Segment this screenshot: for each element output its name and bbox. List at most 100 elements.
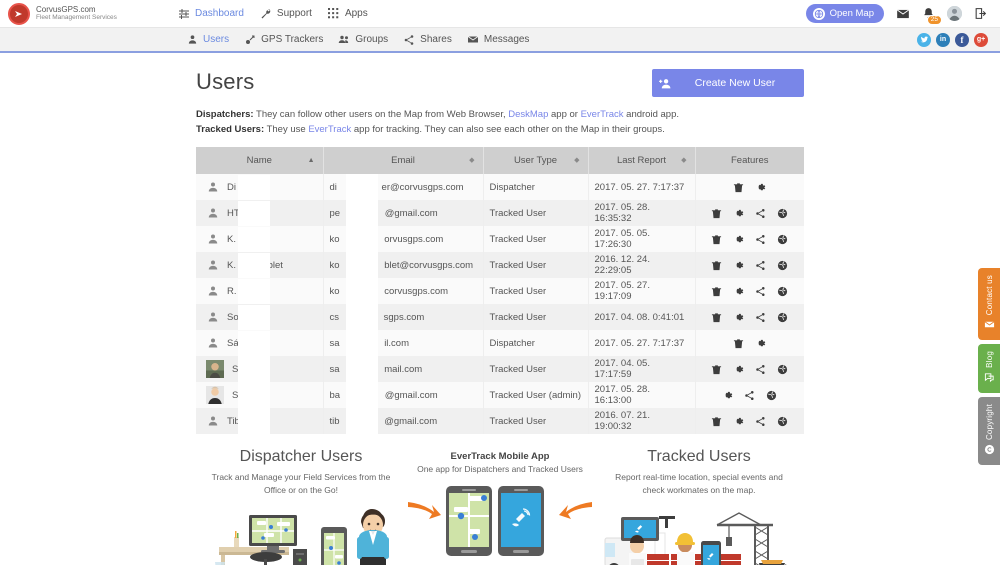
nav-item-dashboard[interactable]: Dashboard <box>178 8 244 20</box>
share-icon[interactable] <box>755 234 766 245</box>
cell-name: Sá <box>196 330 324 356</box>
globe-icon[interactable] <box>777 286 788 297</box>
trash-icon[interactable] <box>733 338 744 349</box>
corvus-bird-icon <box>8 2 30 25</box>
brand-tagline: Fleet Management Services <box>36 14 117 22</box>
share-icon[interactable] <box>755 260 766 271</box>
sidebar-item-users[interactable]: Users <box>186 34 229 46</box>
trash-icon[interactable] <box>711 234 722 245</box>
column-header-last-report[interactable]: Last Report ◆ <box>588 147 696 174</box>
table-row[interactable]: K. n - Tablet ko blet@corvusgps.com Trac… <box>196 252 804 278</box>
share-icon[interactable] <box>755 416 766 427</box>
table-row[interactable]: R. ko corvusgps.com Tracked User 2017. 0… <box>196 278 804 304</box>
cell-user-type: Tracked User <box>483 278 589 304</box>
table-row[interactable]: HT e pe @gmail.com Tracked User 2017. 05… <box>196 200 804 226</box>
table-row[interactable]: Sá sa il.com Dispatcher 2017. 05. 27. 7:… <box>196 330 804 356</box>
table-row[interactable]: Di di er@corvusgps.com Dispatcher 2017. … <box>196 174 804 200</box>
share-icon[interactable] <box>755 312 766 323</box>
deskmap-link[interactable]: DeskMap <box>508 109 548 120</box>
avatar[interactable] <box>947 6 962 21</box>
gear-icon[interactable] <box>722 390 733 401</box>
globe-icon[interactable] <box>777 234 788 245</box>
globe-icon[interactable] <box>777 260 788 271</box>
cell-user-type: Tracked User <box>483 304 589 330</box>
gear-icon[interactable] <box>733 416 744 427</box>
sidebar-item-gps-trackers[interactable]: GPS Trackers <box>244 34 323 46</box>
trash-icon[interactable] <box>733 182 744 193</box>
cell-email: pe @gmail.com <box>323 200 484 226</box>
sidebar-item-groups[interactable]: Groups <box>338 34 388 46</box>
mail-icon[interactable] <box>895 6 910 21</box>
evertrack-link-2[interactable]: EverTrack <box>308 124 351 135</box>
redaction-overlay <box>345 278 378 304</box>
redaction-overlay <box>238 304 270 330</box>
linkedin-icon[interactable]: in <box>936 32 950 47</box>
column-header-email[interactable]: Email ◆ <box>323 147 484 174</box>
share-icon[interactable] <box>755 208 766 219</box>
sort-arrow-last-report-icon: ◆ <box>681 157 687 164</box>
table-row[interactable]: Sá n ba @gmail.com Tracked User (admin) … <box>196 380 804 410</box>
nav-label-support: Support <box>276 8 312 19</box>
gear-icon[interactable] <box>755 338 766 349</box>
twitter-icon[interactable] <box>917 32 931 47</box>
promo-dispatcher-users: Dispatcher Users Track and Manage your F… <box>196 448 406 565</box>
gear-icon[interactable] <box>733 286 744 297</box>
nav-item-apps[interactable]: Apps <box>328 8 368 20</box>
gear-icon[interactable] <box>733 312 744 323</box>
gear-icon[interactable] <box>755 182 766 193</box>
redaction-overlay <box>345 330 378 356</box>
sliders-icon <box>178 8 190 20</box>
globe-icon[interactable] <box>777 312 788 323</box>
sidebar-item-messages[interactable]: Messages <box>467 34 529 46</box>
table-row[interactable]: K. n ko orvusgps.com Tracked User 2017. … <box>196 226 804 252</box>
globe-icon[interactable] <box>777 208 788 219</box>
bell-icon[interactable]: 25 <box>921 6 942 25</box>
trash-icon[interactable] <box>711 312 722 323</box>
trash-icon[interactable] <box>711 260 722 271</box>
table-row[interactable]: So a cs sgps.com Tracked User 2017. 04. … <box>196 304 804 330</box>
facebook-glyph: f <box>960 34 964 45</box>
nav-item-support[interactable]: Support <box>260 8 312 20</box>
share-icon[interactable] <box>755 364 766 375</box>
trash-icon[interactable] <box>711 286 722 297</box>
open-map-button[interactable]: Open Map <box>805 4 884 23</box>
facebook-icon[interactable]: f <box>955 32 969 47</box>
person-icon <box>186 34 198 46</box>
cell-features <box>695 252 804 278</box>
table-row[interactable]: Tib lia tib @gmail.com Tracked User 2016… <box>196 408 804 434</box>
gear-icon[interactable] <box>733 364 744 375</box>
trash-icon[interactable] <box>711 208 722 219</box>
gear-icon[interactable] <box>733 260 744 271</box>
column-header-name[interactable]: Name ▲ <box>196 147 324 174</box>
trash-icon[interactable] <box>711 364 722 375</box>
trash-icon[interactable] <box>711 416 722 427</box>
brand-logo[interactable]: CorvusGPS.com Fleet Management Services <box>8 2 178 25</box>
envelope-icon <box>467 34 479 46</box>
globe-icon[interactable] <box>777 364 788 375</box>
desc-tracked-a: They use <box>264 124 309 135</box>
avatar <box>206 386 224 404</box>
table-header-row: Name ▲ Email ◆ User Type ◆ Last Report ◆ Fea… <box>196 147 804 174</box>
side-tab-contact-us[interactable]: Contact us <box>978 268 1000 341</box>
globe-icon[interactable] <box>777 416 788 427</box>
user-email-suffix: blet@corvusgps.com <box>384 259 474 271</box>
sub-nav-label-users: Users <box>203 34 230 45</box>
logout-icon[interactable] <box>973 6 988 21</box>
evertrack-link-1[interactable]: EverTrack <box>581 109 624 120</box>
side-tab-copyright[interactable]: Copyright <box>978 397 1000 466</box>
cell-features <box>695 330 804 356</box>
cell-features <box>695 278 804 304</box>
sidebar-item-shares[interactable]: Shares <box>403 34 452 46</box>
gear-icon[interactable] <box>733 208 744 219</box>
column-header-user-type[interactable]: User Type ◆ <box>483 147 589 174</box>
create-new-user-button[interactable]: Create New User <box>652 69 804 97</box>
gear-icon[interactable] <box>733 234 744 245</box>
user-email-suffix: il.com <box>384 337 409 349</box>
share-icon[interactable] <box>755 286 766 297</box>
share-icon[interactable] <box>744 390 755 401</box>
table-row[interactable]: Sá is sa mail.com Tracked User 2017. 04.… <box>196 354 804 384</box>
globe-icon[interactable] <box>766 390 777 401</box>
sub-nav: Users GPS Trackers Groups Shares Message… <box>186 34 529 46</box>
side-tab-blog[interactable]: Blog <box>978 344 1000 394</box>
googleplus-icon[interactable]: g+ <box>974 32 988 47</box>
